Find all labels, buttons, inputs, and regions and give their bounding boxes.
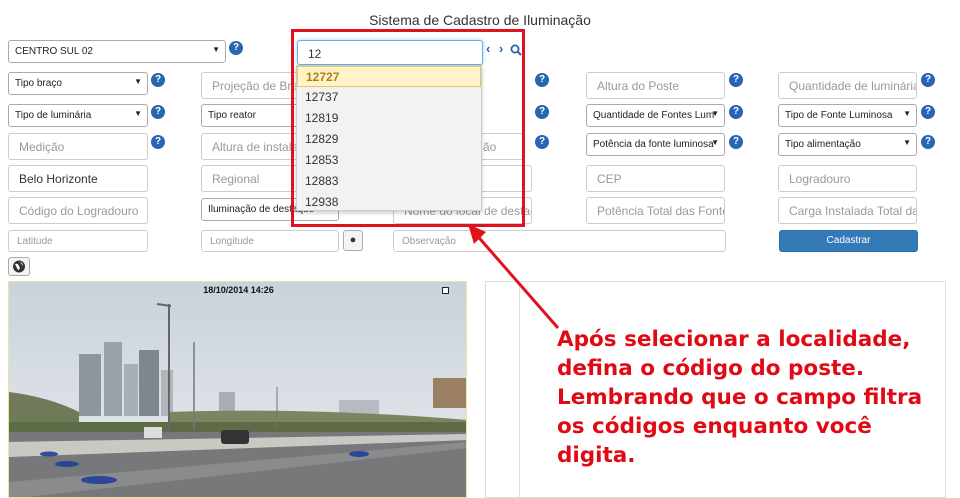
map-marker-icon: ● [349,234,357,246]
potencia-total-input[interactable]: Potência Total das Fontes [586,197,725,224]
help-icon[interactable]: ? [535,135,549,149]
street-view-photo: 18/10/2014 14:26 [8,281,467,498]
caret-down-icon: ▼ [711,109,719,118]
tipo-braco-label: Tipo braço [15,78,62,89]
cadastrar-button[interactable]: Cadastrar [779,230,918,252]
altura-poste-input[interactable]: Altura do Poste [586,72,725,99]
projecao-braco-input[interactable]: Projeção de Braço [201,72,301,99]
page-title: Sistema de Cadastro de Iluminação [369,12,591,28]
cep-input[interactable]: CEP [586,165,725,192]
caret-down-icon: ▼ [903,138,911,147]
help-icon[interactable]: ? [729,135,743,149]
locality-select[interactable]: CENTRO SUL 02 ▼ [8,40,226,63]
tipo-alimentacao-label: Tipo alimentação [785,139,861,150]
help-icon[interactable]: ? [729,73,743,87]
tipo-reator-select[interactable]: Tipo reator [201,104,301,127]
locality-select-value: CENTRO SUL 02 [15,46,93,57]
qtd-fontes-label: Quantidade de Fontes Lum [593,110,715,121]
qtd-fontes-select[interactable]: Quantidade de Fontes Lum ▼ [586,104,725,127]
annotation-line: defina o código do poste. [557,356,865,381]
caret-down-icon: ▼ [134,109,142,118]
help-icon[interactable]: ? [921,135,935,149]
caret-down-icon: ▼ [212,45,220,54]
help-icon[interactable]: ? [151,105,165,119]
codigo-logradouro-input[interactable]: Código do Logradouro [8,197,148,224]
help-icon[interactable]: ? [729,105,743,119]
qtd-luminarias-input[interactable]: Quantidade de luminárias [778,72,917,99]
tipo-fonte-select[interactable]: Tipo de Fonte Luminosa ▼ [778,104,917,127]
latitude-input[interactable]: Latitude [8,230,148,252]
tipo-luminaria-label: Tipo de luminária [15,110,92,121]
help-icon[interactable]: ? [229,41,243,55]
potencia-fonte-select[interactable]: Potência da fonte luminosa ▼ [586,133,725,156]
longitude-input[interactable]: Longitude [201,230,339,252]
maximize-icon[interactable] [442,287,449,294]
map-marker-button[interactable]: ● [343,230,363,251]
altura-instalacao-input[interactable]: Altura de instalação [201,133,301,160]
globe-button[interactable] [8,257,30,276]
caret-down-icon: ▼ [711,138,719,147]
help-icon[interactable]: ? [921,105,935,119]
help-icon[interactable]: ? [921,73,935,87]
help-icon[interactable]: ? [535,73,549,87]
potencia-fonte-label: Potência da fonte luminosa [593,139,714,150]
help-icon[interactable]: ? [151,73,165,87]
help-icon[interactable]: ? [535,105,549,119]
annotation-line: Após selecionar a localidade, [557,327,911,352]
logradouro-input[interactable]: Logradouro [778,165,917,192]
medicao-input[interactable]: Medição [8,133,148,160]
tipo-alimentacao-select[interactable]: Tipo alimentação ▼ [778,133,917,156]
tipo-fonte-label: Tipo de Fonte Luminosa [785,110,893,121]
caret-down-icon: ▼ [134,77,142,86]
caret-down-icon: ▼ [903,109,911,118]
carga-instalada-input[interactable]: Carga Instalada Total da [778,197,917,224]
photo-timestamp: 18/10/2014 14:26 [203,285,274,295]
tipo-braco-select[interactable]: Tipo braço ▼ [8,72,148,95]
cidade-input[interactable]: Belo Horizonte [8,165,148,192]
annotation-line: Lembrando que o campo filtra [557,385,923,410]
globe-icon [13,260,25,273]
street-scene-image [9,282,466,497]
tipo-luminaria-select[interactable]: Tipo de luminária ▼ [8,104,148,127]
highlight-box [291,29,525,227]
annotation-arrow [468,224,560,329]
tipo-reator-label: Tipo reator [208,110,256,121]
annotation-text: Após selecionar a localidade, defina o c… [557,325,952,470]
help-icon[interactable]: ? [151,135,165,149]
annotation-line: digita. [557,443,636,468]
annotation-line: os códigos enquanto você [557,414,872,439]
regional-input[interactable]: Regional [201,165,301,192]
